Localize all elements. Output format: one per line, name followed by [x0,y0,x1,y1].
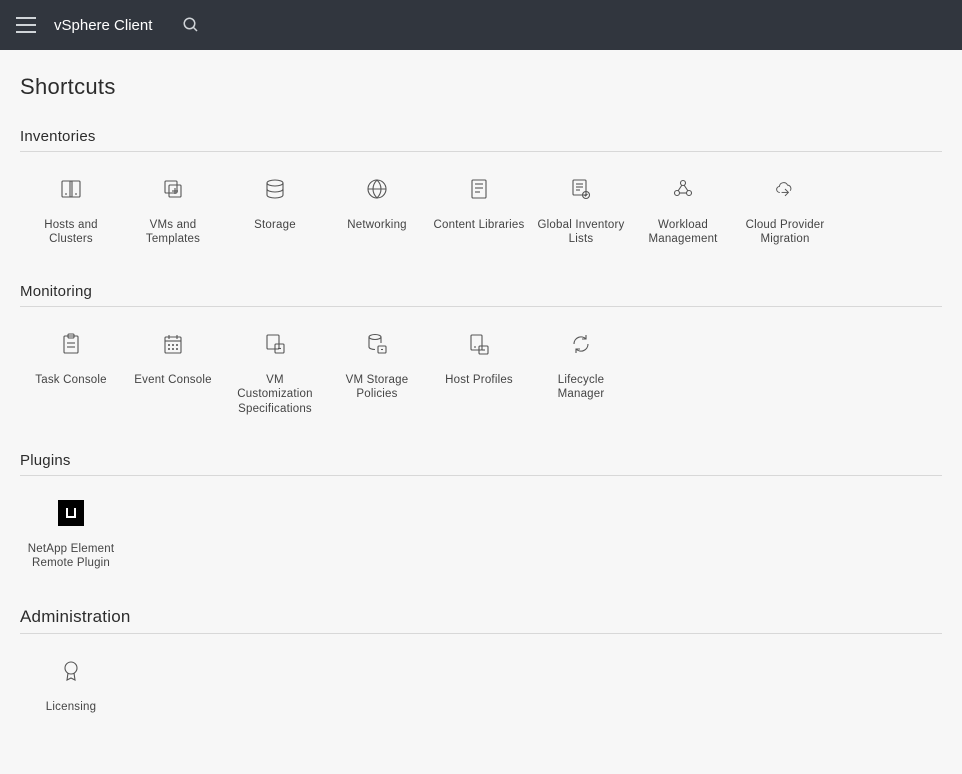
cloud-migration-icon [738,170,832,208]
section-title-plugins: Plugins [20,452,942,469]
shortcut-event-console[interactable]: Event Console [122,325,224,416]
section-title-administration: Administration [20,607,942,627]
app-header: vSphere Client [0,0,962,50]
shortcut-workload-management[interactable]: Workload Management [632,170,734,247]
menu-icon[interactable] [16,17,36,33]
shortcut-label: Task Console [24,373,118,387]
divider [20,633,942,634]
shortcut-label: Networking [330,218,424,232]
monitoring-grid: Task Console Event Console VM Customizat… [20,325,942,416]
workload-management-icon [636,170,730,208]
vm-storage-policies-icon [330,325,424,363]
app-title: vSphere Client [54,17,152,34]
shortcut-label: VM Customization Specifications [228,373,322,416]
task-console-icon [24,325,118,363]
shortcut-label: Host Profiles [432,373,526,387]
main-content: Shortcuts Inventories Hosts and Clusters… [0,50,962,774]
shortcut-licensing[interactable]: Licensing [20,652,122,714]
hosts-clusters-icon [24,170,118,208]
shortcut-label: Cloud Provider Migration [738,218,832,247]
shortcut-label: Event Console [126,373,220,387]
shortcut-label: Storage [228,218,322,232]
storage-icon [228,170,322,208]
shortcut-label: Content Libraries [432,218,526,232]
section-title-monitoring: Monitoring [20,283,942,300]
divider [20,306,942,307]
shortcut-vm-customization[interactable]: VM Customization Specifications [224,325,326,416]
shortcut-label: Hosts and Clusters [24,218,118,247]
networking-icon [330,170,424,208]
global-inventory-icon [534,170,628,208]
shortcut-label: VM Storage Policies [330,373,424,402]
shortcut-label: Global Inventory Lists [534,218,628,247]
netapp-plugin-icon [24,494,118,532]
host-profiles-icon [432,325,526,363]
lifecycle-manager-icon [534,325,628,363]
shortcut-global-inventory[interactable]: Global Inventory Lists [530,170,632,247]
vm-customization-icon [228,325,322,363]
shortcut-host-profiles[interactable]: Host Profiles [428,325,530,416]
shortcut-label: VMs and Templates [126,218,220,247]
page-title: Shortcuts [20,74,942,100]
vms-templates-icon [126,170,220,208]
shortcut-storage[interactable]: Storage [224,170,326,247]
plugins-grid: NetApp Element Remote Plugin [20,494,942,571]
event-console-icon [126,325,220,363]
divider [20,151,942,152]
shortcut-hosts-clusters[interactable]: Hosts and Clusters [20,170,122,247]
shortcut-content-libraries[interactable]: Content Libraries [428,170,530,247]
shortcut-vms-templates[interactable]: VMs and Templates [122,170,224,247]
shortcut-label: NetApp Element Remote Plugin [24,542,118,571]
inventories-grid: Hosts and Clusters VMs and Templates Sto… [20,170,942,247]
shortcut-label: Workload Management [636,218,730,247]
licensing-icon [24,652,118,690]
section-title-inventories: Inventories [20,128,942,145]
shortcut-netapp-plugin[interactable]: NetApp Element Remote Plugin [20,494,122,571]
content-libraries-icon [432,170,526,208]
shortcut-label: Lifecycle Manager [534,373,628,402]
shortcut-lifecycle-manager[interactable]: Lifecycle Manager [530,325,632,416]
shortcut-cloud-migration[interactable]: Cloud Provider Migration [734,170,836,247]
search-icon[interactable] [182,16,200,34]
shortcut-task-console[interactable]: Task Console [20,325,122,416]
shortcut-label: Licensing [24,700,118,714]
shortcut-vm-storage-policies[interactable]: VM Storage Policies [326,325,428,416]
shortcut-networking[interactable]: Networking [326,170,428,247]
divider [20,475,942,476]
administration-grid: Licensing [20,652,942,714]
